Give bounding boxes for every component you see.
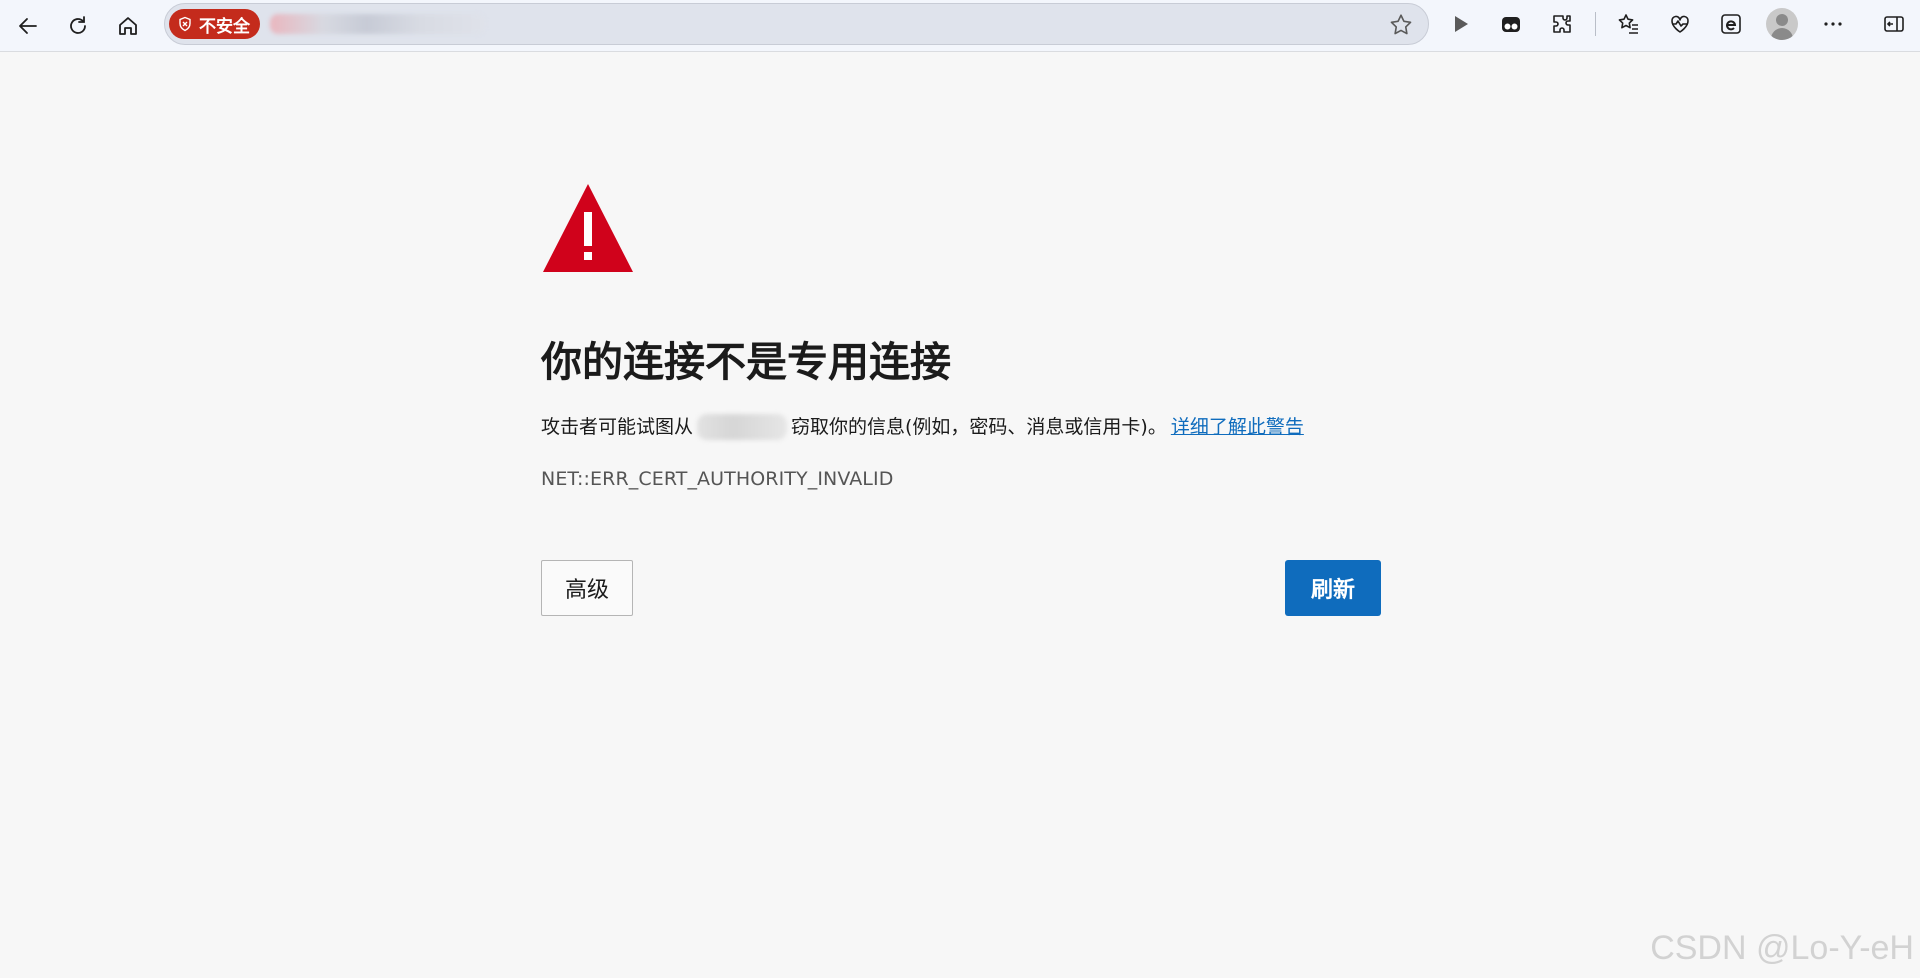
performance-button[interactable] — [1660, 4, 1700, 44]
url-text-redacted[interactable] — [270, 14, 485, 34]
error-description: 攻击者可能试图从 窃取你的信息(例如，密码、消息或信用卡)。 详细了解此警告 — [541, 412, 1381, 442]
home-button[interactable] — [108, 6, 148, 46]
profile-button[interactable] — [1762, 4, 1802, 44]
profile-icon — [1766, 8, 1798, 40]
warning-triangle-icon — [543, 184, 633, 272]
puzzle-icon — [1553, 15, 1571, 33]
description-suffix: 窃取你的信息(例如，密码、消息或信用卡)。 — [791, 416, 1167, 438]
app-button[interactable] — [1491, 4, 1531, 44]
ie-mode-icon — [1721, 14, 1741, 34]
play-icon — [1455, 16, 1468, 32]
more-button[interactable] — [1813, 4, 1853, 44]
error-page: 你的连接不是专用连接 攻击者可能试图从 窃取你的信息(例如，密码、消息或信用卡)… — [541, 180, 1381, 616]
action-buttons: 高级 刷新 — [541, 560, 1381, 616]
learn-more-link[interactable]: 详细了解此警告 — [1171, 412, 1304, 442]
sidebar-icon — [1884, 16, 1904, 32]
refresh-button[interactable] — [58, 6, 98, 46]
hostname-redacted — [697, 414, 788, 440]
extensions-button[interactable] — [1542, 4, 1582, 44]
more-icon — [1824, 22, 1842, 26]
ie-mode-button[interactable] — [1711, 4, 1751, 44]
sidebar-button[interactable] — [1874, 4, 1914, 44]
description-prefix: 攻击者可能试图从 — [541, 416, 694, 438]
back-button[interactable] — [8, 6, 48, 46]
not-secure-label: 不安全 — [199, 16, 250, 37]
address-bar[interactable]: 不安全 — [164, 3, 1429, 45]
home-icon — [119, 16, 137, 35]
page-title: 你的连接不是专用连接 — [541, 338, 951, 386]
navigation-buttons — [8, 6, 148, 46]
heartbeat-icon — [1671, 15, 1689, 33]
favorites-button[interactable] — [1609, 4, 1649, 44]
media-button[interactable] — [1440, 4, 1480, 44]
not-secure-badge[interactable]: 不安全 — [169, 9, 260, 39]
toolbar-divider — [1595, 12, 1596, 36]
browser-toolbar: 不安全 — [0, 0, 1920, 52]
refresh-page-button[interactable]: 刷新 — [1285, 560, 1381, 616]
app-icon — [1502, 17, 1520, 32]
refresh-icon — [70, 15, 86, 34]
toolbar-actions — [1440, 4, 1914, 44]
advanced-button[interactable]: 高级 — [541, 560, 633, 616]
favorites-icon — [1618, 14, 1638, 34]
shield-warning-icon — [179, 16, 191, 32]
watermark: CSDN @Lo-Y-eH — [1650, 929, 1914, 967]
back-arrow-icon — [19, 17, 37, 34]
star-icon[interactable] — [1388, 12, 1414, 38]
error-code: NET::ERR_CERT_AUTHORITY_INVALID — [541, 468, 894, 490]
